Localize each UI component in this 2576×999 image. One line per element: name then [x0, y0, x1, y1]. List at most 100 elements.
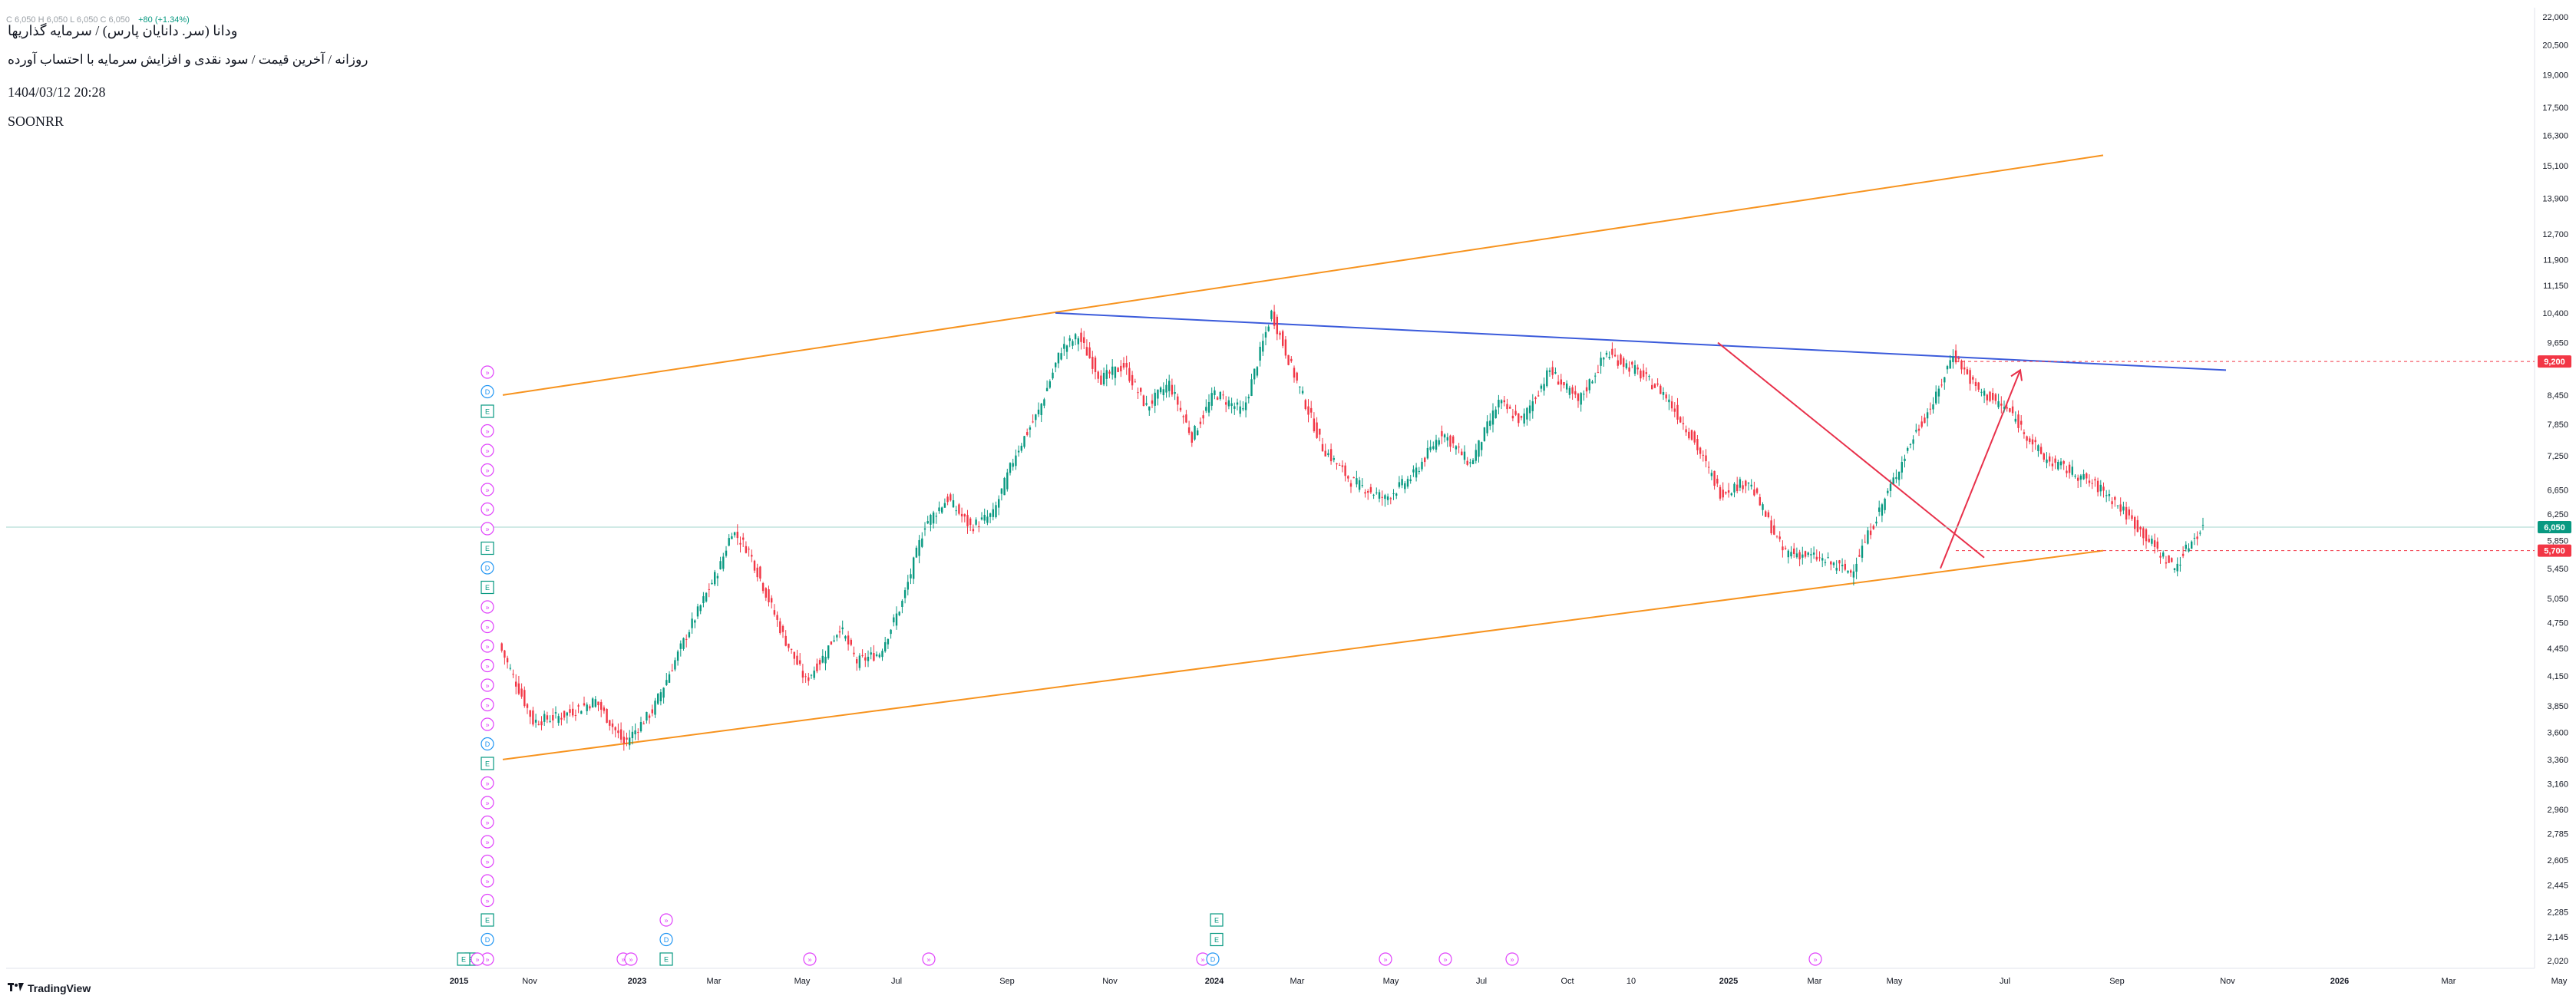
candle-body — [2153, 540, 2156, 547]
candle-body — [619, 729, 623, 740]
candle-body — [509, 668, 511, 669]
candle-body — [2091, 483, 2093, 484]
candle-body — [1284, 339, 1287, 356]
y-tick-label: 2,785 — [2547, 830, 2568, 839]
candle-body — [793, 651, 795, 659]
candle-body — [1725, 492, 1727, 494]
y-tick-label: 2,285 — [2547, 908, 2568, 918]
candle-body — [2165, 562, 2168, 564]
candle-body — [1009, 463, 1012, 473]
y-tick-label: 16,300 — [2542, 131, 2568, 140]
candle-body — [2151, 539, 2153, 544]
candle-body — [1341, 465, 1344, 467]
candle-body — [566, 712, 568, 716]
candle-body — [1137, 392, 1139, 394]
candle-body — [646, 711, 648, 720]
candle-body — [1125, 363, 1128, 368]
candle-body — [1207, 401, 1210, 413]
candle-body — [1924, 417, 1926, 424]
candle-body — [776, 615, 778, 620]
candle-body — [1085, 347, 1088, 356]
candle-body — [657, 694, 659, 704]
candle-body — [676, 651, 679, 661]
candle-body — [1625, 363, 1628, 368]
candle-body — [864, 657, 867, 661]
candle-body — [549, 720, 551, 722]
candle-body — [1554, 371, 1557, 374]
candle-body — [1060, 353, 1062, 360]
candle-body — [572, 708, 574, 716]
candle-body — [2023, 432, 2026, 434]
candle-body — [1838, 560, 1841, 564]
candle-body — [2108, 493, 2111, 496]
x-tick-label: Oct — [1560, 977, 1574, 986]
candle-body — [1225, 402, 1227, 405]
candle-body — [580, 711, 583, 714]
candle-body — [1699, 447, 1702, 454]
candle-body — [1551, 367, 1554, 375]
candle-body — [1313, 418, 1316, 432]
event-marker-letter: E — [664, 956, 669, 964]
candle-body — [1219, 391, 1221, 400]
candle-body — [1352, 477, 1355, 479]
candle-body — [1830, 561, 1832, 565]
candle-body — [2193, 537, 2196, 539]
candle-body — [1557, 381, 1560, 385]
candle-body — [611, 723, 614, 727]
candle-body — [523, 690, 526, 707]
candle-body — [1540, 385, 1543, 389]
candle-body — [1716, 478, 1719, 484]
x-tick-label: May — [794, 977, 811, 986]
candle-body — [986, 516, 989, 523]
candle-body — [1012, 463, 1014, 467]
candle-body — [2046, 459, 2048, 463]
candle-body — [2168, 555, 2170, 563]
candle-body — [1917, 428, 1920, 431]
event-marker-letter: » — [485, 682, 489, 690]
candle-body — [2128, 509, 2130, 516]
event-marker-letter: D — [485, 740, 490, 748]
candle-body — [526, 704, 529, 708]
candle-body — [1045, 387, 1049, 391]
candle-body — [725, 550, 728, 556]
candle-body — [1977, 382, 1980, 390]
candle-body — [847, 635, 850, 645]
candle-body — [1526, 407, 1528, 420]
event-marker-letter: » — [485, 467, 489, 474]
candle-body — [1023, 436, 1025, 447]
candle-body — [2026, 436, 2028, 441]
candle-body — [2173, 568, 2176, 571]
candle-body — [910, 574, 912, 579]
event-marker-letter: » — [1443, 956, 1447, 964]
candle-body — [1824, 562, 1827, 563]
candle-body — [1026, 432, 1029, 435]
event-marker-letter: » — [485, 721, 489, 729]
candle-body — [2111, 501, 2113, 505]
candle-body — [714, 572, 716, 585]
candle-body — [1329, 449, 1333, 462]
candle-body — [1415, 467, 1418, 478]
event-marker-letter: » — [475, 956, 479, 964]
candle-body — [1108, 371, 1111, 374]
y-tick-label: 15,100 — [2542, 162, 2568, 171]
candle-body — [2201, 525, 2204, 526]
chart-subtitle: روزانه / آخرین قیمت / سود نقدی و افزایش … — [8, 52, 368, 67]
candle-body — [1463, 451, 1466, 460]
candle-body — [654, 701, 656, 715]
candle-body — [1778, 536, 1781, 539]
candle-body — [1094, 358, 1097, 372]
candle-body — [2077, 477, 2079, 481]
price-chart[interactable]: » D E » » » » » » » E D » » » » » » » E D E » » » » » » E D » E » » E D » » » »… — [0, 0, 2576, 999]
candle-body — [1432, 446, 1435, 449]
candle-body — [1017, 450, 1020, 453]
candle-body — [1537, 395, 1540, 397]
candle-body — [1498, 400, 1500, 407]
candle-body — [2082, 473, 2085, 480]
candle-body — [1966, 369, 1969, 374]
candle-body — [1802, 554, 1804, 558]
candle-body — [1600, 358, 1602, 366]
candle-body — [1765, 511, 1767, 517]
candle-body — [1682, 423, 1685, 424]
tradingview-brand[interactable]: TradingView — [8, 982, 91, 994]
candle-body — [1256, 367, 1259, 376]
